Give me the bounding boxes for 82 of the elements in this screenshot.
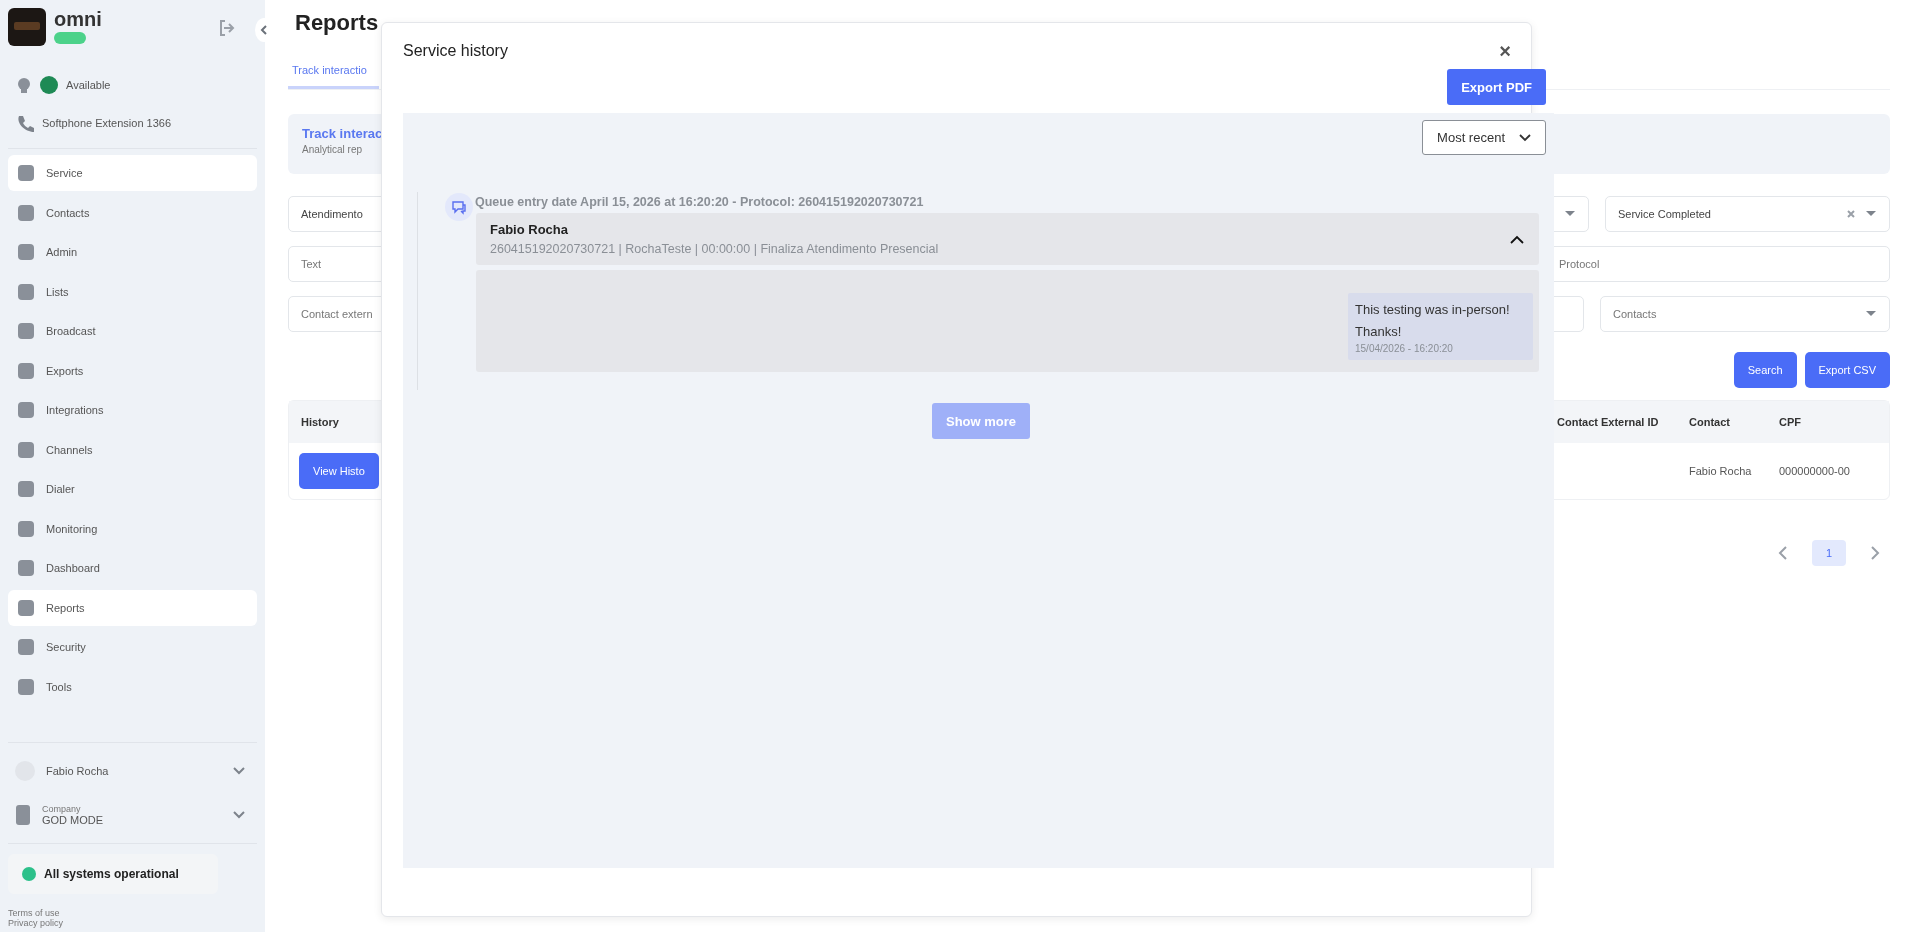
chevron-down-icon [1519,133,1531,142]
sidebar-item[interactable]: Monitoring [8,510,257,547]
footer-link[interactable]: Terms of use [8,908,257,918]
table-cell-text: Fabio Rocha [1689,465,1753,477]
queue-entry-heading: Queue entry date April 15, 2026 at 16:20:20 - Protocol: 260415192020730721 [475,195,924,209]
footer-link[interactable]: Privacy policy [8,918,257,928]
chevron-down-icon[interactable] [233,811,245,819]
chevron-left-icon [260,25,268,35]
export-button[interactable]: Export CSV [1804,352,1890,388]
square-icon [16,242,36,262]
table-cell-text: 000000000-00 [1779,465,1851,477]
square-icon [16,676,36,697]
sidebar-item[interactable]: Dashboard [8,550,257,586]
caret-icon [1865,210,1877,218]
column-header: Contact [1689,416,1731,428]
sidebar-item[interactable]: Security [8,629,257,665]
message-text: This testing was in-person! Thanks! [1355,301,1511,341]
system-status-text: All systems operational [44,867,179,881]
status-select[interactable]: Service Completed [1605,196,1890,232]
square-icon [16,360,36,381]
softphone-label: Softphone Extension 1366 [42,117,172,129]
chevron-up-icon[interactable] [1510,234,1524,244]
square-icon [16,202,36,223]
status-dot [22,867,36,881]
card-subtitle: Analytical rep [302,144,364,155]
sidebar-item[interactable]: Dialer [8,471,257,507]
sidebar-item[interactable]: Lists [8,273,257,310]
square-icon [16,558,36,578]
chevron-down-icon [233,767,245,775]
column-header: CPF [1779,416,1802,428]
export-pdf-button[interactable]: Export PDF [1447,69,1546,105]
square-icon [16,321,36,341]
logout-icon[interactable] [217,18,237,38]
square-icon [16,439,36,460]
square-icon [16,479,36,499]
sidebar-item[interactable]: Integrations [8,392,257,428]
square-icon [16,597,36,618]
service-details: 260415192020730721 | RochaTeste | 00:00:00 | Finaliza Atendimento Presencial [490,242,939,256]
page-number[interactable]: 1 [1812,540,1846,566]
square-icon [16,163,36,183]
contacts-select[interactable]: Contacts [1600,296,1890,332]
chevron-left-icon[interactable] [1778,546,1788,560]
sidebar-item[interactable]: Admin [8,234,257,270]
brand-name: omni [54,8,102,30]
sort-select[interactable]: Most recent [1422,120,1546,155]
page-title: Reports [294,10,380,37]
sidebar-item[interactable]: Reports [8,589,257,626]
sidebar-item[interactable]: Contacts [8,194,257,231]
tab[interactable]: Track interactio [288,64,379,89]
view-history-button[interactable]: View Histo [299,453,379,489]
status-badge [54,32,86,44]
column-header: Contact External ID [1557,416,1660,428]
square-icon [16,637,36,657]
company-label: Company [42,804,82,814]
user-menu[interactable]: Fabio Rocha [8,749,257,793]
chat-icon [445,193,473,221]
chevron-right-icon[interactable] [1870,546,1880,560]
sidebar-item[interactable]: Broadcast [8,313,257,349]
square-icon [16,518,36,539]
column-header: History [300,416,339,428]
phone-icon [16,114,34,132]
caret-icon [1865,310,1877,318]
building-icon [14,804,32,826]
contact-name: Fabio Rocha [490,222,569,237]
search-button[interactable]: Search [1733,352,1797,388]
square-icon [16,281,36,302]
clear-icon[interactable] [1847,210,1855,218]
dialog-title: Service history [403,42,508,60]
sidebar-item[interactable]: Service [8,155,257,191]
sidebar-item[interactable]: Exports [8,352,257,389]
sidebar-item[interactable]: Channels [8,431,257,468]
square-icon [16,400,36,420]
service-card-header[interactable]: Fabio Rocha 260415192020730721 | RochaTeste | 00:00:00 | Finaliza Atendimento Presencial [476,213,1539,265]
caret-icon [1564,210,1576,218]
status-dot [40,76,58,94]
bulb-icon [16,76,32,94]
status-label[interactable]: Available [66,79,111,91]
company-name: GOD MODE [42,814,104,826]
close-button[interactable]: × [1493,41,1517,61]
logo-icon [8,8,46,46]
sidebar-item[interactable]: Tools [8,668,257,705]
message-time: 15/04/2026 - 16:20:20 [1355,343,1454,354]
